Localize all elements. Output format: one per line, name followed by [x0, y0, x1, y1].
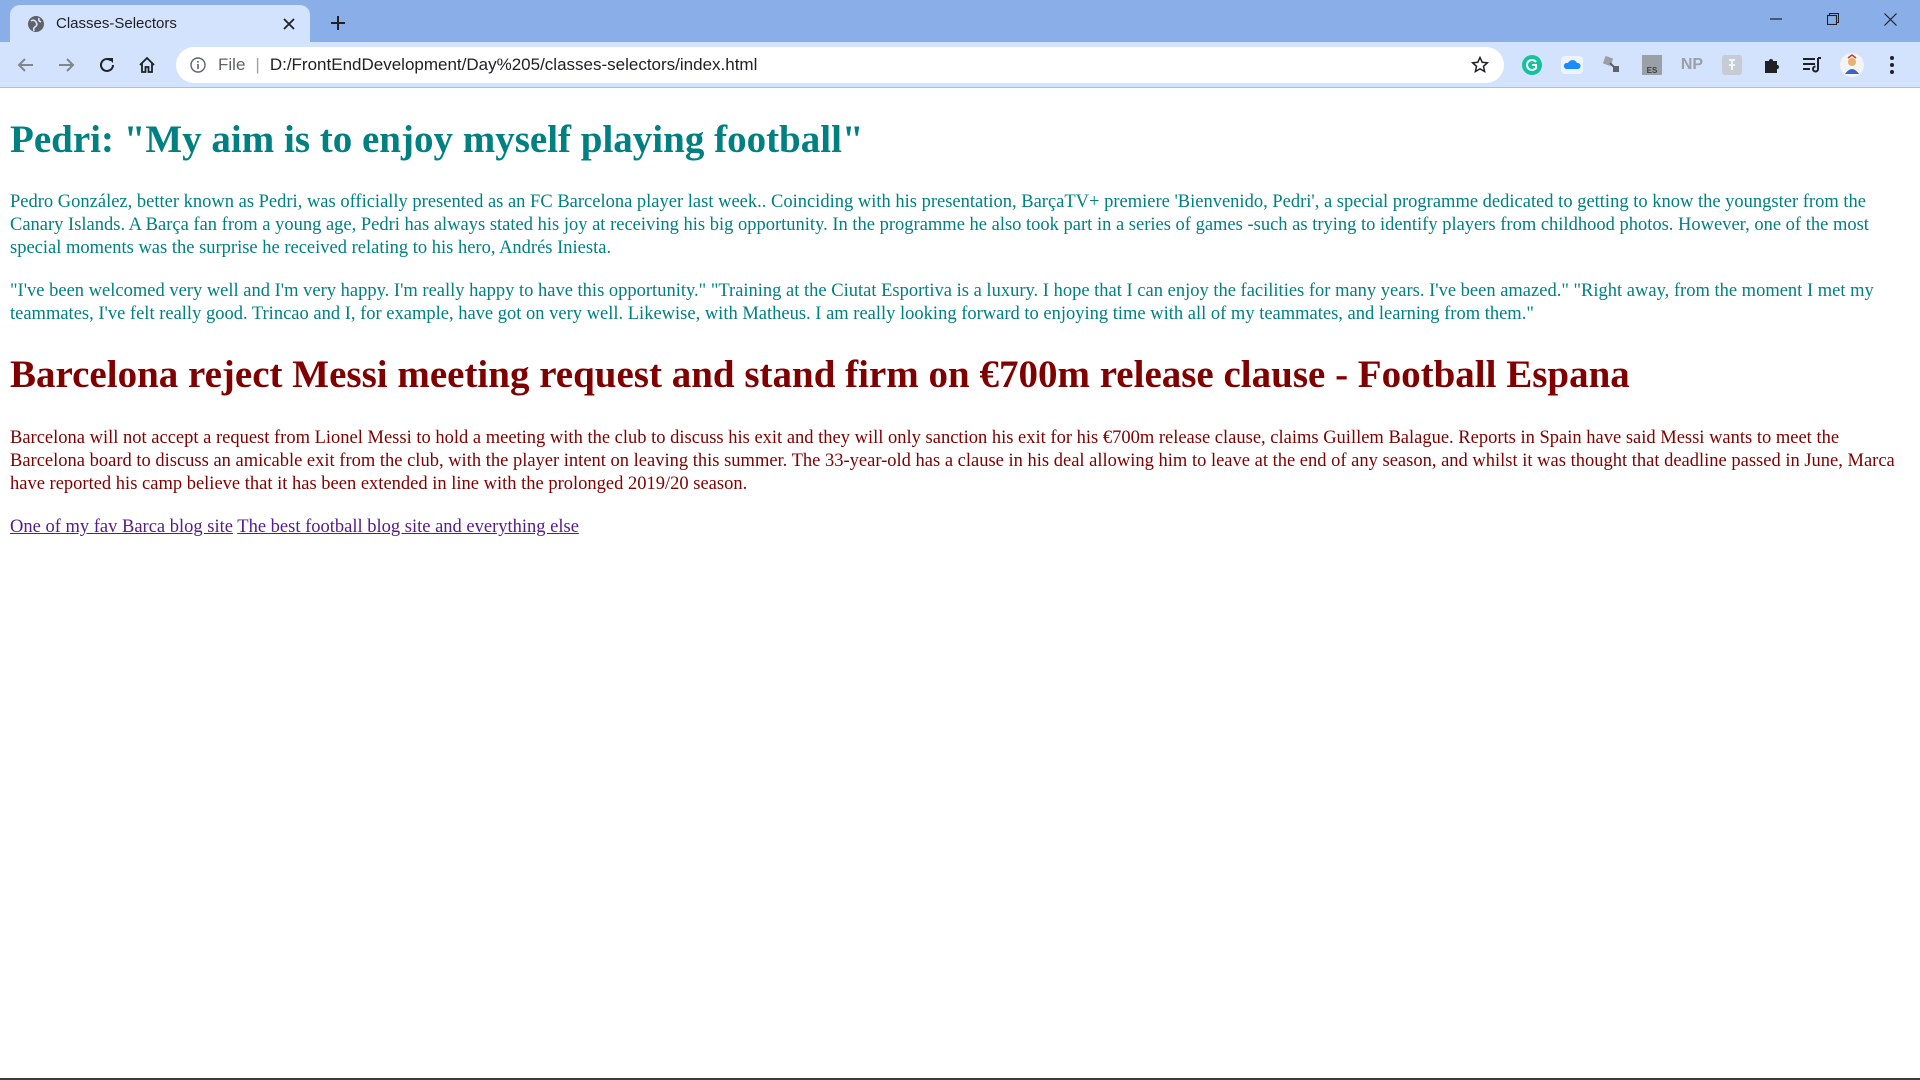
satellite-icon[interactable]	[1597, 50, 1627, 80]
grammarly-icon[interactable]	[1517, 50, 1547, 80]
address-separator: |	[255, 55, 260, 74]
es-icon[interactable]: ES	[1637, 50, 1667, 80]
avatar[interactable]	[1837, 50, 1867, 80]
np-icon-label: NP	[1680, 56, 1704, 73]
heading-pedri: Pedri: "My aim is to enjoy myself playin…	[10, 118, 864, 161]
paragraph-pedri-quotes: "I've been welcomed very well and I'm ve…	[10, 281, 1874, 324]
home-icon[interactable]	[131, 49, 163, 81]
fx-icon[interactable]	[1717, 50, 1747, 80]
close-tab-icon[interactable]	[278, 13, 300, 35]
link-barca-blog[interactable]: One of my fav Barca blog site	[10, 517, 233, 537]
restore-icon[interactable]	[1805, 0, 1861, 38]
globe-icon	[26, 14, 46, 34]
reload-icon[interactable]	[91, 49, 123, 81]
info-icon[interactable]	[188, 55, 208, 75]
link-football-blog[interactable]: The best football blog site and everythi…	[237, 517, 579, 537]
puzzle-icon[interactable]	[1757, 50, 1787, 80]
paragraph-messi: Barcelona will not accept a request from…	[10, 428, 1895, 494]
address-scheme: File	[218, 55, 246, 74]
active-tab[interactable]: Classes-Selectors	[10, 5, 310, 42]
address-url[interactable]: D:/FrontEndDevelopment/Day%205/classes-s…	[270, 55, 1466, 75]
tab-title: Classes-Selectors	[56, 15, 177, 32]
forward-icon[interactable]	[50, 49, 82, 81]
address-bar[interactable]: File | D:/FrontEndDevelopment/Day%205/cl…	[176, 47, 1504, 83]
close-window-icon[interactable]	[1862, 0, 1918, 38]
es-icon-label: ES	[1647, 66, 1658, 75]
heading-messi: Barcelona reject Messi meeting request a…	[10, 353, 1630, 396]
bookmark-star-icon[interactable]	[1466, 51, 1494, 79]
more-icon[interactable]	[1877, 50, 1907, 80]
np-icon[interactable]: NP	[1677, 50, 1707, 80]
minimize-icon[interactable]	[1748, 0, 1804, 38]
browser-toolbar: File | D:/FrontEndDevelopment/Day%205/cl…	[0, 42, 1920, 88]
links-row: One of my fav Barca blog site The best f…	[10, 516, 1910, 539]
paragraph-pedri-intro: Pedro González, better known as Pedri, w…	[10, 192, 1869, 258]
back-icon[interactable]	[10, 49, 42, 81]
cloud-icon[interactable]	[1557, 50, 1587, 80]
page-content: Pedri: "My aim is to enjoy myself playin…	[0, 88, 1920, 1078]
new-tab-icon[interactable]	[324, 9, 352, 37]
reading-list-icon[interactable]	[1797, 50, 1827, 80]
tab-strip: Classes-Selectors	[0, 0, 1920, 42]
